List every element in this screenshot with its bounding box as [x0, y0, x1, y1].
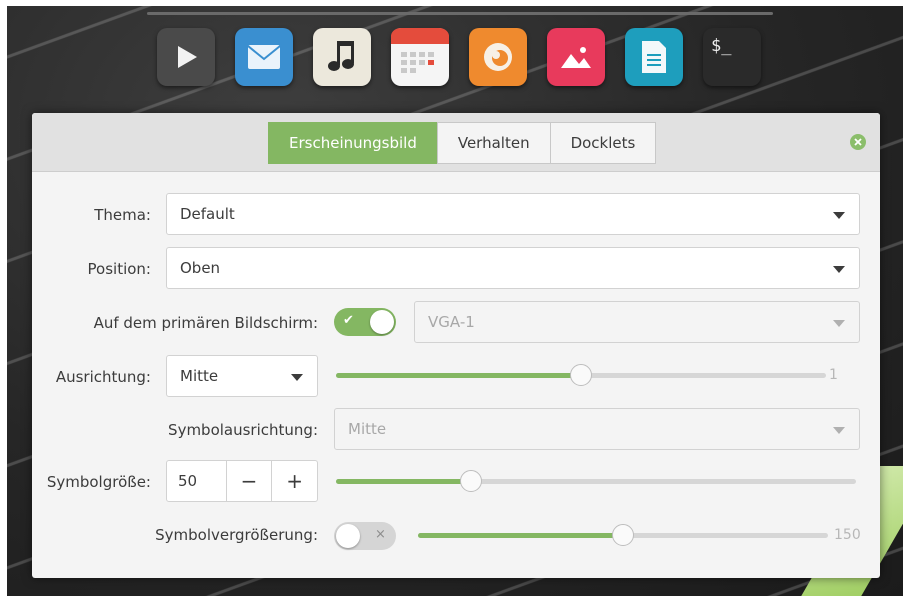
- symbolgroesse-spinbutton: 50 − +: [166, 460, 318, 502]
- chevron-down-icon: [833, 320, 845, 327]
- switch-knob: [370, 310, 394, 334]
- monitor-value: VGA-1: [428, 313, 475, 331]
- symbolausrichtung-value: Mitte: [348, 420, 387, 438]
- tab-verhalten[interactable]: Verhalten: [436, 122, 551, 164]
- ausrichtung-slider[interactable]: [336, 363, 826, 387]
- primary-screen-switch[interactable]: ✔: [334, 308, 396, 336]
- slider-handle[interactable]: [460, 470, 483, 492]
- ausrichtung-label: Ausrichtung:: [55, 368, 151, 386]
- position-dropdown[interactable]: Oben: [166, 247, 860, 289]
- symbolausrichtung-label: Symbolausrichtung:: [168, 421, 318, 439]
- terminal-prompt: $_: [711, 36, 732, 56]
- tab-docklets[interactable]: Docklets: [549, 122, 657, 164]
- dock: $_: [147, 6, 773, 96]
- symbolvergroesserung-switch[interactable]: ×: [334, 522, 396, 550]
- monitor-dropdown: VGA-1: [414, 301, 860, 343]
- symbolgroesse-input[interactable]: 50: [167, 461, 226, 501]
- chevron-down-icon: [833, 427, 845, 434]
- position-value: Oben: [180, 259, 221, 277]
- text-document-icon[interactable]: [625, 28, 683, 86]
- increment-button[interactable]: +: [271, 461, 317, 501]
- ausrichtung-slider-max-label: 1: [829, 367, 838, 383]
- dock-rail: [147, 12, 773, 15]
- symbolausrichtung-dropdown: Mitte: [334, 408, 860, 450]
- image-viewer-icon[interactable]: [547, 28, 605, 86]
- tab-bar: Erscheinungsbild Verhalten Docklets: [268, 122, 657, 164]
- thema-dropdown[interactable]: Default: [166, 193, 860, 235]
- music-icon[interactable]: [313, 28, 371, 86]
- check-icon: ✔: [343, 313, 354, 328]
- slider-handle[interactable]: [612, 524, 634, 546]
- switch-knob: [336, 524, 360, 548]
- symbolvergroesserung-label: Symbolvergrößerung:: [155, 526, 318, 544]
- slider-fill: [418, 533, 623, 538]
- dialog-header: Erscheinungsbild Verhalten Docklets: [32, 113, 880, 172]
- close-icon: [854, 138, 862, 146]
- firefox-icon[interactable]: [469, 28, 527, 86]
- terminal-icon[interactable]: $_: [703, 28, 761, 86]
- decrement-button[interactable]: −: [225, 461, 272, 501]
- symbolvergroesserung-slider[interactable]: [418, 523, 828, 547]
- primary-screen-label: Auf dem primären Bildschirm:: [93, 314, 318, 332]
- thema-value: Default: [180, 205, 235, 223]
- close-button[interactable]: [850, 134, 866, 150]
- slider-handle[interactable]: [570, 364, 592, 386]
- chevron-down-icon: [833, 266, 845, 273]
- slider-fill: [336, 479, 472, 484]
- media-player-icon[interactable]: [157, 28, 215, 86]
- symbolgroesse-slider[interactable]: [336, 469, 856, 493]
- position-label: Position:: [87, 260, 151, 278]
- calendar-icon[interactable]: [391, 28, 449, 86]
- tab-erscheinungsbild[interactable]: Erscheinungsbild: [268, 122, 438, 164]
- thema-label: Thema:: [94, 206, 151, 224]
- ausrichtung-value: Mitte: [180, 367, 219, 385]
- symbolgroesse-label: Symbolgröße:: [46, 473, 151, 491]
- ausrichtung-dropdown[interactable]: Mitte: [166, 355, 318, 397]
- symbolvergroesserung-slider-max-label: 150: [834, 527, 861, 543]
- dock-settings-dialog: Erscheinungsbild Verhalten Docklets Them…: [32, 113, 880, 578]
- close-icon: ×: [375, 527, 386, 542]
- chevron-down-icon: [291, 374, 303, 381]
- mail-icon[interactable]: [235, 28, 293, 86]
- slider-fill: [336, 373, 581, 378]
- chevron-down-icon: [833, 212, 845, 219]
